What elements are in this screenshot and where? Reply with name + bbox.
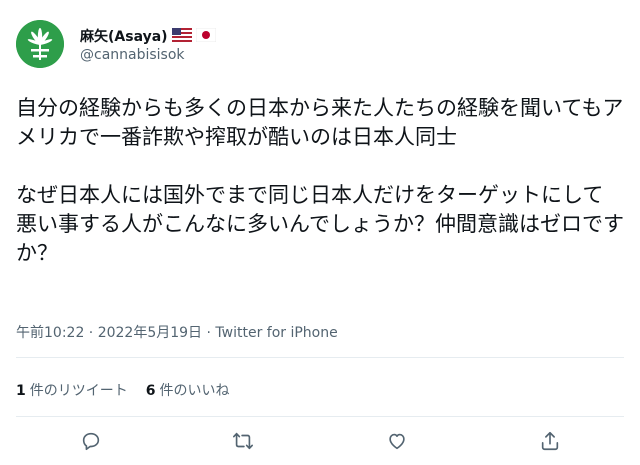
- divider: [16, 357, 624, 358]
- cannabis-leaf-icon: [16, 20, 64, 68]
- tweet-timestamp[interactable]: 午前10:22 · 2022年5月19日 · Twitter for iPhon…: [16, 322, 338, 342]
- like-icon: [389, 433, 405, 450]
- name-row: 麻矢(Asaya): [80, 26, 216, 46]
- retweet-button[interactable]: [230, 428, 256, 454]
- share-icon: [541, 431, 559, 451]
- tweet-text: 自分の経験からも多くの日本から来た人たちの経験を聞いてもアメリカで一番詐欺や搾取…: [16, 96, 624, 265]
- user-handle[interactable]: @cannabisisok: [80, 47, 185, 63]
- likes-count: 6: [145, 383, 156, 399]
- us-flag-icon: [171, 27, 192, 46]
- engagement-stats: 1 件のリツイート 6 件のいいね: [16, 380, 230, 400]
- retweets-count: 1: [16, 383, 26, 399]
- likes-label: 件のいいね: [159, 383, 230, 399]
- display-name[interactable]: 麻矢(Asaya): [80, 26, 168, 46]
- avatar[interactable]: [16, 20, 64, 68]
- retweet-icon: [233, 432, 253, 450]
- divider: [16, 416, 624, 417]
- reply-icon: [82, 432, 100, 451]
- reply-button[interactable]: [78, 428, 104, 454]
- japan-flag-icon: [195, 27, 216, 46]
- like-button[interactable]: [384, 428, 410, 454]
- share-button[interactable]: [537, 428, 563, 454]
- likes-stat[interactable]: 6 件のいいね: [146, 380, 230, 400]
- retweets-label: 件のリツイート: [29, 383, 128, 399]
- tweet-actions: [0, 428, 640, 458]
- retweets-stat[interactable]: 1 件のリツイート: [16, 380, 128, 400]
